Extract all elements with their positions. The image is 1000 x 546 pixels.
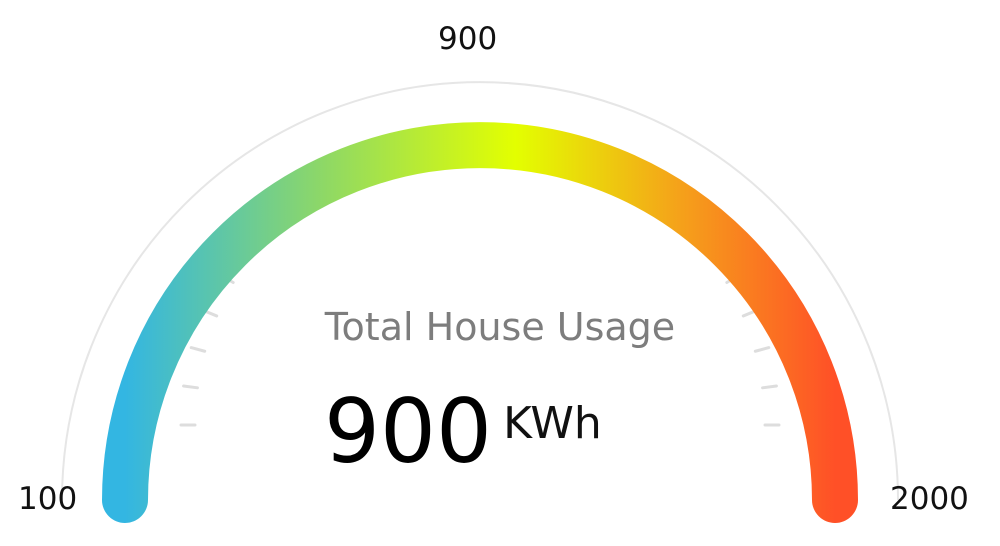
gauge-readout-unit: KWh <box>503 398 602 449</box>
gauge-tick-mark <box>182 384 199 390</box>
gauge-value-label: 900 <box>438 21 498 57</box>
gauge-max-label: 2000 <box>890 481 969 517</box>
gauge-tick-mark <box>761 384 778 390</box>
gauge-readout: 900 KWh <box>324 388 602 488</box>
gauge-min-label: 100 <box>18 481 78 517</box>
gauge-tick-mark <box>189 346 207 353</box>
gauge-title: Total House Usage <box>324 305 676 349</box>
gauge-readout-value: 900 <box>324 380 492 483</box>
gauge-tick-mark <box>753 346 771 353</box>
